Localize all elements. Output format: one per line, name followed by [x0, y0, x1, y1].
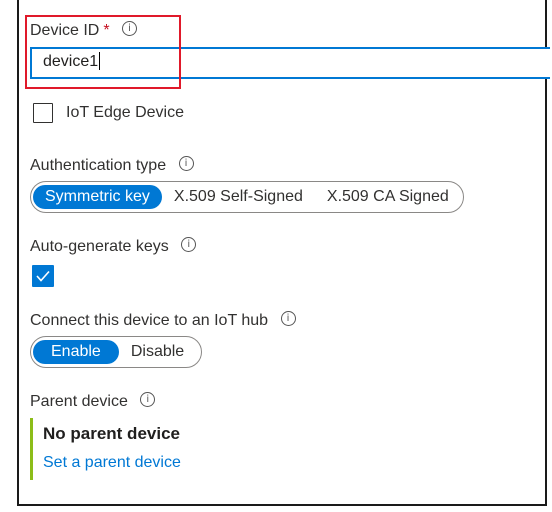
iot-edge-label: IoT Edge Device: [66, 104, 184, 121]
info-icon[interactable]: i: [181, 237, 197, 253]
parent-device-label-row: Parent device i: [30, 392, 156, 411]
connect-label-row: Connect this device to an IoT hub i: [30, 311, 296, 330]
device-id-value: device1: [43, 53, 99, 71]
parent-device-label: Parent device: [30, 393, 128, 410]
auth-type-label: Authentication type: [30, 157, 167, 174]
auto-generate-label: Auto-generate keys: [30, 238, 169, 255]
info-icon[interactable]: i: [178, 156, 194, 172]
info-icon[interactable]: i: [122, 21, 138, 37]
device-id-label-row: Device ID * i: [30, 21, 138, 40]
auth-option-symmetric-key[interactable]: Symmetric key: [33, 185, 162, 209]
iot-edge-checkbox[interactable]: [33, 103, 53, 123]
set-parent-device-link[interactable]: Set a parent device: [43, 454, 181, 472]
text-caret: [99, 52, 101, 70]
connect-option-disable[interactable]: Disable: [119, 340, 199, 364]
auto-generate-checkbox[interactable]: [32, 265, 54, 287]
connect-segmented-control: Enable Disable: [30, 336, 203, 368]
info-icon[interactable]: i: [140, 392, 156, 408]
info-icon[interactable]: i: [280, 311, 296, 327]
auth-option-x509-self-signed[interactable]: X.509 Self-Signed: [162, 185, 315, 209]
connect-label: Connect this device to an IoT hub: [30, 312, 269, 329]
device-id-label: Device ID: [30, 22, 100, 39]
auth-type-label-row: Authentication type i: [30, 156, 194, 175]
parent-device-value: No parent device: [43, 424, 180, 443]
parent-device-panel: No parent device Set a parent device: [30, 418, 270, 480]
device-id-input[interactable]: device1: [30, 47, 550, 79]
connect-option-enable[interactable]: Enable: [33, 340, 119, 364]
required-marker: *: [103, 22, 110, 39]
auth-option-x509-ca-signed[interactable]: X.509 CA Signed: [315, 185, 461, 209]
checkmark-icon: [35, 270, 50, 282]
auth-type-segmented-control: Symmetric key X.509 Self-Signed X.509 CA…: [30, 181, 464, 213]
auto-generate-label-row: Auto-generate keys i: [30, 237, 197, 256]
